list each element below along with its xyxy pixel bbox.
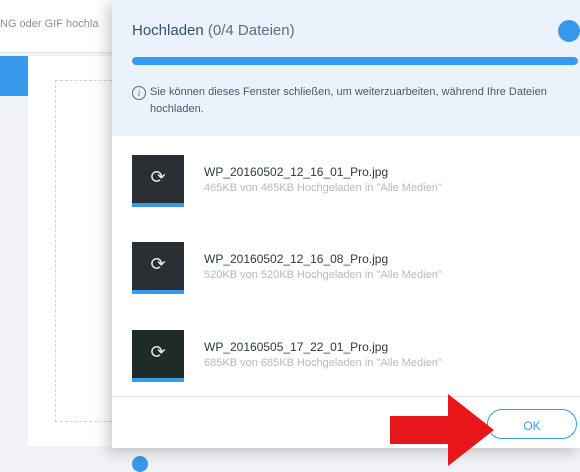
file-name: WP_20160502_12_16_01_Pro.jpg bbox=[204, 165, 389, 179]
annotation-arrow-shape bbox=[390, 394, 494, 466]
file-status: 685KB von 685KB Hochgeladen in "Alle Med… bbox=[204, 357, 442, 369]
background-help-icon[interactable] bbox=[132, 456, 148, 472]
dialog-file-count: (0/4 Dateien) bbox=[207, 22, 295, 39]
file-status: 465KB von 465KB Hochgeladen in "Alle Med… bbox=[204, 182, 442, 194]
upload-progress-fill bbox=[132, 57, 578, 65]
background-upload-hint: NG oder GIF hochla bbox=[0, 18, 99, 30]
dialog-info-text: Sie können dieses Fenster schließen, um … bbox=[150, 86, 547, 115]
file-list-item: ⟳ WP_20160505_17_22_01_Pro.jpg 685KB von… bbox=[132, 330, 572, 402]
sync-icon: ⟳ bbox=[150, 254, 166, 274]
upload-dialog: Hochladen (0/4 Dateien) i Sie können die… bbox=[112, 0, 580, 448]
thumbnail-progress-bar bbox=[132, 290, 184, 294]
file-list-item: ⟳ WP_20160502_12_16_08_Pro.jpg 520KB von… bbox=[132, 242, 572, 314]
file-list-item: ⟳ WP_20160502_12_16_01_Pro.jpg 465KB von… bbox=[132, 155, 572, 227]
dialog-footer-divider bbox=[112, 396, 580, 397]
close-icon[interactable] bbox=[558, 20, 580, 42]
upload-progress-bar bbox=[132, 57, 578, 65]
dialog-title: Hochladen (0/4 Dateien) bbox=[132, 22, 295, 39]
sync-icon: ⟳ bbox=[150, 342, 166, 362]
file-status: 520KB von 520KB Hochgeladen in "Alle Med… bbox=[204, 269, 442, 281]
dialog-header: Hochladen (0/4 Dateien) i Sie können die… bbox=[112, 0, 580, 136]
annotation-arrow-icon bbox=[390, 394, 494, 466]
file-name: WP_20160505_17_22_01_Pro.jpg bbox=[204, 340, 389, 354]
dialog-title-label: Hochladen bbox=[132, 22, 204, 39]
thumbnail-progress-bar bbox=[132, 378, 184, 382]
file-thumbnail: ⟳ bbox=[132, 330, 184, 382]
file-thumbnail: ⟳ bbox=[132, 242, 184, 294]
file-thumbnail: ⟳ bbox=[132, 155, 184, 207]
background-blue-tab[interactable] bbox=[0, 56, 28, 96]
info-icon: i bbox=[132, 86, 146, 100]
thumbnail-progress-bar bbox=[132, 203, 184, 207]
ok-button[interactable]: OK bbox=[487, 409, 577, 439]
sync-icon: ⟳ bbox=[150, 167, 166, 187]
file-name: WP_20160502_12_16_08_Pro.jpg bbox=[204, 252, 389, 266]
